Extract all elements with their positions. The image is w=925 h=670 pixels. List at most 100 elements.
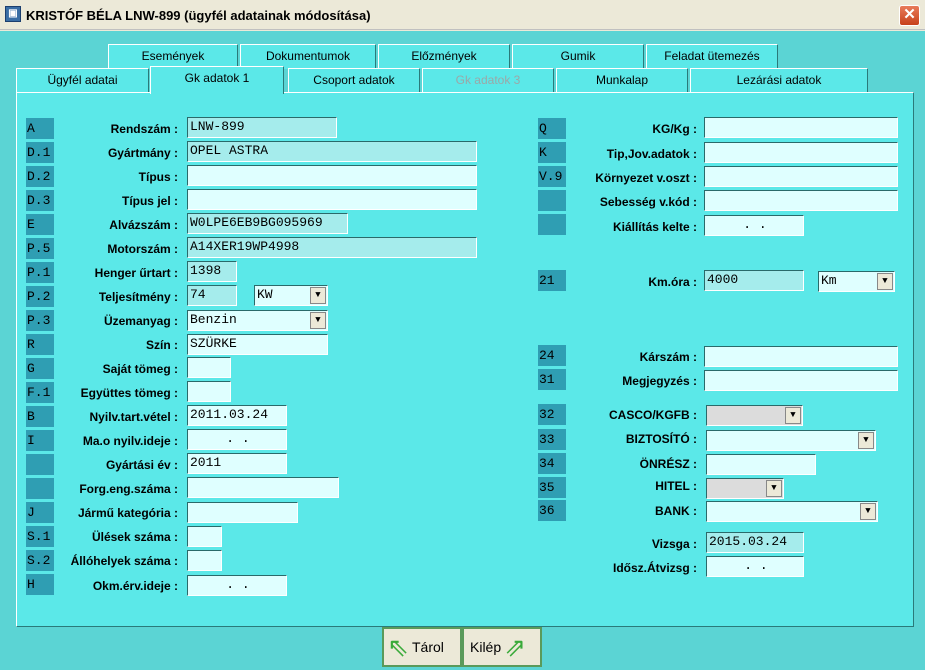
tab-feladat-utemezes[interactable]: Feladat ütemezés <box>646 44 778 69</box>
tipus-field[interactable] <box>187 165 477 186</box>
uzemanyag-select[interactable]: Benzin ▼ <box>187 310 328 331</box>
field-code: G <box>26 358 54 379</box>
rendszam-field[interactable]: LNW-899 <box>187 117 337 138</box>
hitel-select[interactable]: ▼ <box>706 478 784 499</box>
field-code: 31 <box>538 369 566 390</box>
teljesitmeny-unit-select[interactable]: KW ▼ <box>254 285 328 306</box>
mao-nyilv-ideje-field[interactable]: . . <box>187 429 287 450</box>
jarmu-kategoria-field[interactable] <box>187 502 298 523</box>
chevron-down-icon[interactable]: ▼ <box>785 407 801 424</box>
label-casco-kgfb: CASCO/KGFB : <box>609 408 697 422</box>
nyilv-tart-vetel-field[interactable]: 2011.03.24 <box>187 405 287 426</box>
label-gyartmany: Gyártmány : <box>107 146 178 160</box>
label-sajat-tomeg: Saját tömeg : <box>102 362 178 376</box>
label-nyilv-tart-vetel: Nyilv.tart.vétel : <box>89 410 178 424</box>
kg-kg-field[interactable] <box>704 117 898 138</box>
field-code: P.2 <box>26 286 54 307</box>
label-sebesseg-v-kod: Sebesség v.kód : <box>599 195 697 209</box>
tab-munkalap[interactable]: Munkalap <box>556 68 688 93</box>
field-code: E <box>26 214 54 235</box>
label-tipus-jel: Típus jel : <box>121 194 178 208</box>
arrow-up-left-icon: ⇖ <box>387 632 409 662</box>
uzemanyag-value: Benzin <box>190 312 237 327</box>
label-jarmu-kategoria: Jármű kategória : <box>77 506 178 520</box>
tab-ugyfel-adatai[interactable]: Ügyfél adatai <box>16 68 149 93</box>
szin-field[interactable]: SZÜRKE <box>187 334 328 355</box>
label-tipus: Típus : <box>138 170 178 184</box>
tab-gk-adatok-1[interactable]: Gk adatok 1 <box>150 66 284 94</box>
chevron-down-icon[interactable]: ▼ <box>858 432 874 449</box>
label-bank: BANK : <box>655 504 697 518</box>
label-tip-jov-adatok: Tip,Jov.adatok : <box>606 147 697 161</box>
tab-gumik[interactable]: Gumik <box>512 44 644 69</box>
henger-urtart-field[interactable]: 1398 <box>187 261 237 282</box>
sebesseg-v-kod-field[interactable] <box>704 190 898 211</box>
chevron-down-icon[interactable]: ▼ <box>877 273 893 290</box>
field-code <box>538 214 566 235</box>
label-biztosito: BIZTOSÍTÓ : <box>625 432 697 446</box>
field-code: A <box>26 118 54 139</box>
field-code: D.3 <box>26 190 54 211</box>
km-unit-select[interactable]: Km ▼ <box>818 271 895 292</box>
label-kg-kg: KG/Kg : <box>652 122 697 136</box>
label-szin: Szín : <box>146 338 178 352</box>
allohelyek-szama-field[interactable] <box>187 550 222 571</box>
tab-gk-adatok-3: Gk adatok 3 <box>422 68 554 93</box>
label-karszam: Kárszám : <box>639 350 697 364</box>
field-code <box>538 556 566 577</box>
tab-csoport-adatok[interactable]: Csoport adatok <box>288 68 420 93</box>
biztosito-select[interactable]: ▼ <box>706 430 876 451</box>
vizsga-field[interactable]: 2015.03.24 <box>706 532 804 553</box>
gyartasi-ev-field[interactable]: 2011 <box>187 453 287 474</box>
title-bar: ▣ KRISTÓF BÉLA LNW-899 (ügyfél adatainak… <box>0 0 925 30</box>
tab-lezarasi-adatok[interactable]: Lezárási adatok <box>690 68 868 93</box>
arrow-up-right-icon: ⇗ <box>504 632 527 662</box>
okm-erv-ideje-field[interactable]: . . <box>187 575 287 596</box>
label-henger-urtart: Henger űrtart : <box>94 266 178 280</box>
exit-button[interactable]: Kilép ⇗ <box>462 627 542 667</box>
label-uzemanyag: Üzemanyag : <box>103 314 178 328</box>
window-title: KRISTÓF BÉLA LNW-899 (ügyfél adatainak m… <box>26 8 371 23</box>
field-code: D.2 <box>26 166 54 187</box>
karszam-field[interactable] <box>704 346 898 367</box>
sajat-tomeg-field[interactable] <box>187 357 231 378</box>
chevron-down-icon[interactable]: ▼ <box>860 503 876 520</box>
label-mao-nyilv-ideje: Ma.o nyilv.ideje : <box>82 434 178 448</box>
motorszam-field[interactable]: A14XER19WP4998 <box>187 237 477 258</box>
label-egyuttes-tomeg: Együttes tömeg : <box>80 386 178 400</box>
label-onresz: ÖNRÉSZ : <box>639 457 697 471</box>
save-button[interactable]: ⇖ Tárol <box>382 627 462 667</box>
field-code: 34 <box>538 453 566 474</box>
gyartmany-field[interactable]: OPEL ASTRA <box>187 141 477 162</box>
ulesek-szama-field[interactable] <box>187 526 222 547</box>
close-button[interactable]: ✕ <box>899 5 920 26</box>
idosz-atvizsg-field[interactable]: . . <box>706 556 804 577</box>
unit-value: KW <box>257 287 273 302</box>
megjegyzes-field[interactable] <box>704 370 898 391</box>
tipus-jel-field[interactable] <box>187 189 477 210</box>
tip-jov-adatok-field[interactable] <box>704 142 898 163</box>
onresz-field[interactable] <box>706 454 816 475</box>
chevron-down-icon[interactable]: ▼ <box>766 480 782 497</box>
chevron-down-icon[interactable]: ▼ <box>310 287 326 304</box>
label-okm-erv-ideje: Okm.érv.ideje : <box>92 579 178 593</box>
label-gyartasi-ev: Gyártási év : <box>105 458 178 472</box>
kornyezet-v-oszt-field[interactable] <box>704 166 898 187</box>
field-code: 36 <box>538 500 566 521</box>
field-code: 32 <box>538 404 566 425</box>
km-ora-field[interactable]: 4000 <box>704 270 804 291</box>
field-code: Q <box>538 118 566 139</box>
teljesitmeny-field[interactable]: 74 <box>187 285 237 306</box>
casco-kgfb-select[interactable]: ▼ <box>706 405 803 426</box>
alvazszam-field[interactable]: W0LPE6EB9BG095969 <box>187 213 348 234</box>
label-teljesitmeny: Teljesítmény : <box>98 290 178 304</box>
forg-eng-szama-field[interactable] <box>187 477 339 498</box>
kiallitas-kelte-field[interactable]: . . <box>704 215 804 236</box>
km-unit-value: Km <box>821 273 837 288</box>
field-code: V.9 <box>538 166 566 187</box>
tab-elozmenyek[interactable]: Előzmények <box>378 44 510 69</box>
bank-select[interactable]: ▼ <box>706 501 878 522</box>
label-forg-eng-szama: Forg.eng.száma : <box>79 482 178 496</box>
chevron-down-icon[interactable]: ▼ <box>310 312 326 329</box>
egyuttes-tomeg-field[interactable] <box>187 381 231 402</box>
